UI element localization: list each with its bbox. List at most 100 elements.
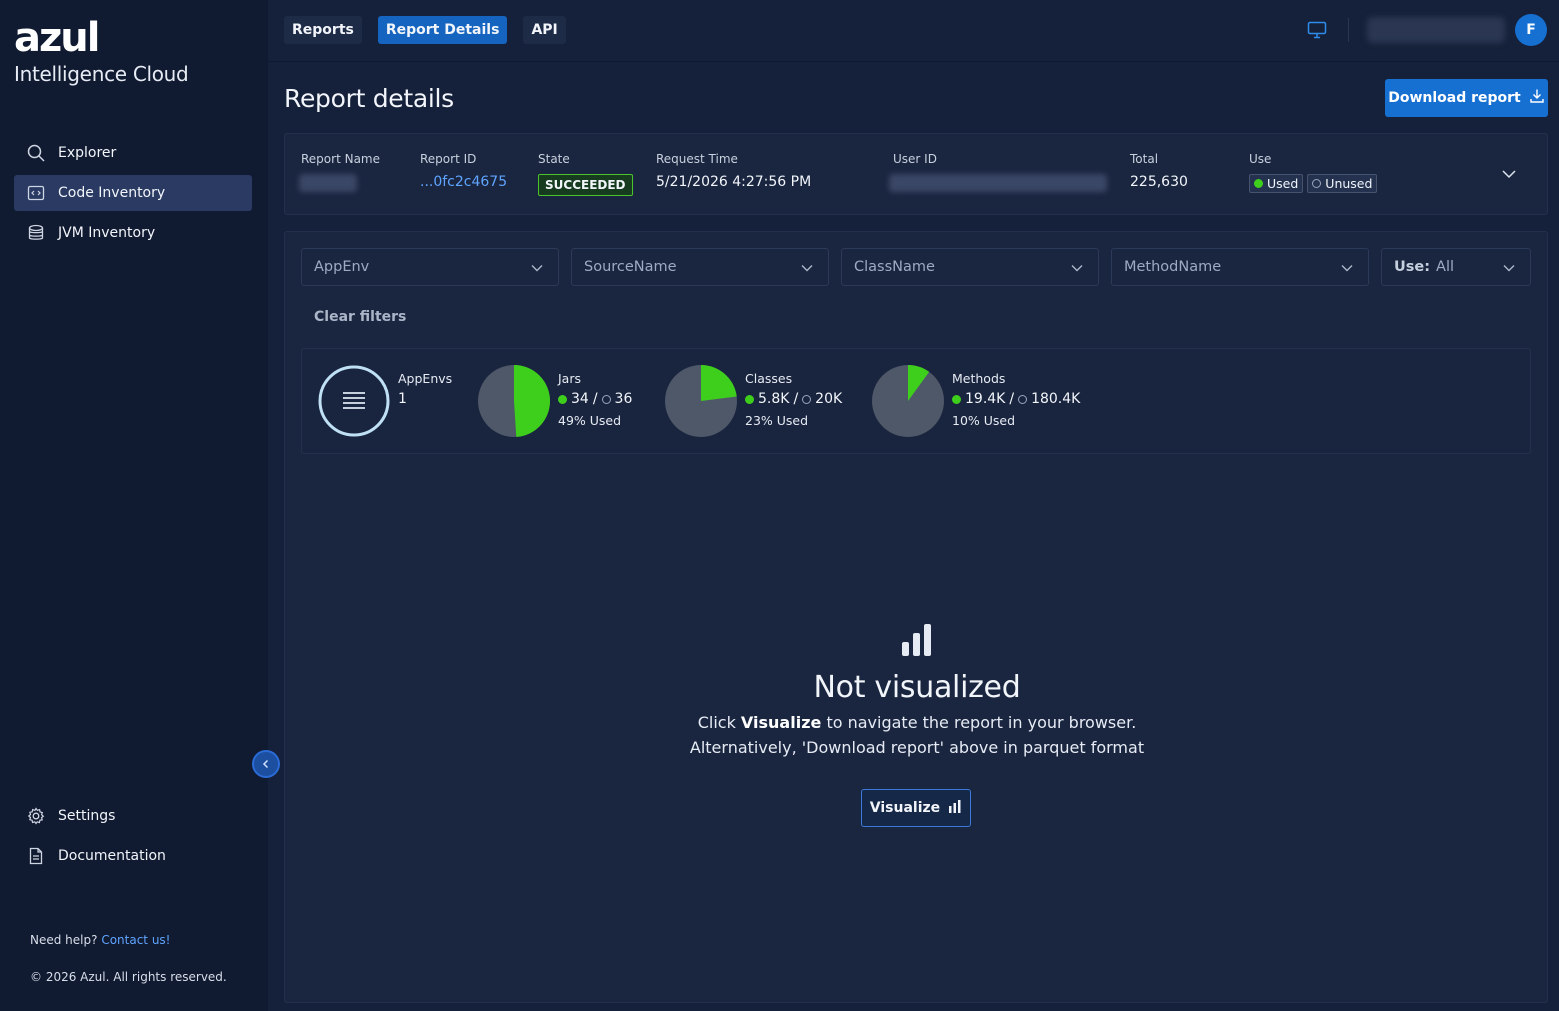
stat-counts: 19.4K / 180.4K [952,391,1080,407]
stat-appenvs: AppEnvs 1 [318,365,452,441]
download-report-button[interactable]: Download report [1385,79,1548,117]
sidebar-bottom-nav: Settings Documentation [14,798,252,878]
stat-value: 1 [398,391,407,407]
brand-logo[interactable]: azul Intelligence Cloud [14,15,189,86]
field-state: State SUCCEEDED [538,152,633,196]
empty-state-line-2: Alternatively, 'Download report' above i… [689,738,1145,757]
field-total: Total 225,630 [1130,152,1188,190]
chevron-down-icon[interactable] [1501,166,1517,186]
use-filter-prefix: Use: [1394,259,1431,275]
logo-wordmark: azul [14,15,100,61]
jars-pie-chart [478,365,550,437]
line-prefix: Click [697,713,736,732]
request-time-value: 5/21/2026 4:27:56 PM [656,174,812,190]
sidebar-item-explorer[interactable]: Explorer [14,135,252,171]
code-window-icon [26,183,46,203]
classname-filter[interactable]: ClassName [841,248,1099,286]
field-user-id: User ID [889,152,1107,192]
divider [1348,18,1349,42]
chevron-down-icon [1502,261,1516,279]
report-panel: AppEnv SourceName ClassName MethodName U… [284,231,1548,1003]
separator: / [793,391,799,407]
chevron-down-icon [800,261,814,279]
chip-label: Used [1267,176,1299,191]
line-bold: Visualize [740,713,822,732]
sourcename-filter[interactable]: SourceName [571,248,829,286]
use-filter[interactable]: Use: All [1381,248,1531,286]
report-summary: Report Name Report ID ...0fc2c4675 State… [284,133,1548,215]
sidebar-item-label: JVM Inventory [58,225,156,241]
list-circle-icon [318,365,390,441]
select-value: MethodName [1124,259,1222,275]
used-percent: 49% Used [558,413,622,428]
top-tabs: Reports Report Details API [284,16,566,44]
unused-dot-icon [802,394,812,404]
pie-slice-used [514,365,550,437]
collapse-sidebar-button[interactable] [252,750,280,778]
sidebar-item-jvm-inventory[interactable]: JVM Inventory [14,215,252,251]
sidebar-item-documentation[interactable]: Documentation [14,838,252,874]
download-label: Download report [1388,90,1521,106]
monitor-icon[interactable] [1306,19,1328,41]
top-bar: Reports Report Details API F [268,0,1559,62]
sidebar-item-code-inventory[interactable]: Code Inventory [14,175,252,211]
methodname-filter[interactable]: MethodName [1111,248,1369,286]
label: Report Name [301,152,380,166]
stat-label: Classes [745,371,793,386]
tab-report-details[interactable]: Report Details [377,16,508,44]
stat-jars: Jars 34 / 36 49% Used [478,365,632,437]
gear-icon [26,806,46,826]
used-dot-icon [952,394,961,404]
document-icon [26,846,46,866]
search-icon [26,143,46,163]
sidebar-item-label: Settings [58,808,116,824]
sidebar: azul Intelligence Cloud Explorer Code In… [0,0,268,1011]
line-suffix: to navigate the report in your browser. [826,713,1137,732]
field-report-id: Report ID ...0fc2c4675 [420,152,507,190]
unused-dot-icon [601,394,611,404]
empty-state: Not visualized Click Visualize to naviga… [285,624,1549,757]
appenv-filter[interactable]: AppEnv [301,248,559,286]
total-value: 225,630 [1130,174,1188,190]
used-percent: 10% Used [952,413,1016,428]
user-name-redacted [1367,17,1505,43]
label: Use [1249,152,1272,166]
label: State [538,152,570,166]
tab-api[interactable]: API [523,16,566,44]
select-value: ClassName [854,259,935,275]
stat-label: Jars [558,371,581,386]
use-used-chip: Used [1249,174,1304,193]
label: Report ID [420,152,477,166]
chevron-left-icon [260,755,272,774]
page-title: Report details [284,84,454,113]
tab-reports[interactable]: Reports [284,16,362,44]
stat-classes: Classes 5.8K / 20K 23% Used [665,365,842,437]
stats-summary: AppEnvs 1 Jars 34 / 36 49% Used Classes … [301,348,1531,454]
stat-label: Methods [952,371,1006,386]
chevron-down-icon [530,261,544,279]
select-value: SourceName [584,259,677,275]
sidebar-item-settings[interactable]: Settings [14,798,252,834]
use-chips: Used Unused [1249,174,1381,193]
empty-state-title: Not visualized [813,670,1021,705]
use-unused-chip: Unused [1307,174,1378,193]
used-dot-icon [745,394,754,404]
label: Total [1130,152,1159,166]
chip-label: Unused [1325,176,1373,191]
used-count: 19.4K [965,391,1006,407]
report-id-link[interactable]: ...0fc2c4675 [420,174,507,190]
total-count: 180.4K [1031,391,1081,407]
visualize-button[interactable]: Visualize [861,789,971,827]
sidebar-item-label: Documentation [58,848,166,864]
sidebar-nav: Explorer Code Inventory JVM Inventory [14,135,252,255]
stat-counts: 5.8K / 20K [745,391,842,407]
sidebar-item-label: Code Inventory [58,185,166,201]
contact-us-link[interactable]: Contact us! [101,933,170,947]
pie-slice-used [701,365,737,401]
top-right-controls: F [1306,14,1547,46]
avatar[interactable]: F [1515,14,1547,46]
field-request-time: Request Time 5/21/2026 4:27:56 PM [656,152,811,190]
used-percent: 23% Used [745,413,809,428]
total-count: 20K [815,391,843,407]
clear-filters-button[interactable]: Clear filters [314,309,406,325]
